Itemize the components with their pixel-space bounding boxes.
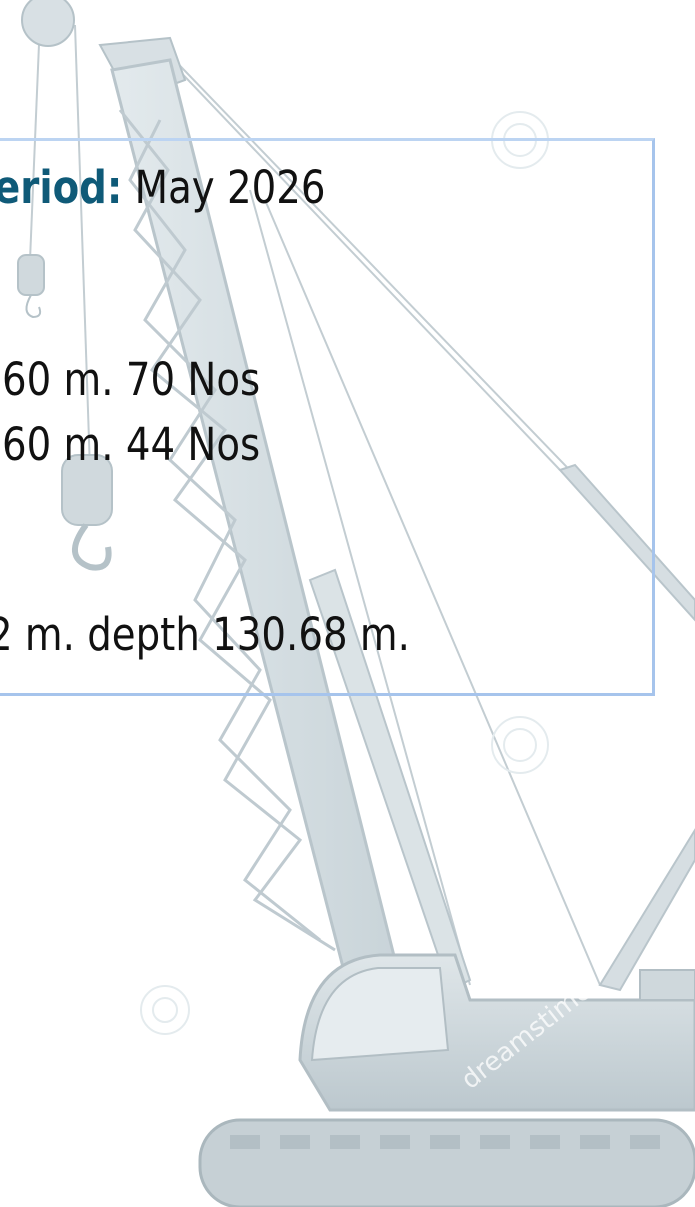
crane-body [298, 953, 695, 1112]
back-stay [598, 828, 695, 992]
crawler-tracks [198, 1118, 695, 1207]
info-line-3: 2 m. depth 130.68 m. [0, 608, 410, 661]
info-line-2: 60 m. 44 Nos [2, 418, 261, 471]
period-line: eriod: May 2026 [0, 165, 325, 210]
period-label: eriod: [0, 161, 123, 214]
info-line-1: 60 m. 70 Nos [2, 353, 261, 406]
period-value: May 2026 [134, 161, 326, 214]
